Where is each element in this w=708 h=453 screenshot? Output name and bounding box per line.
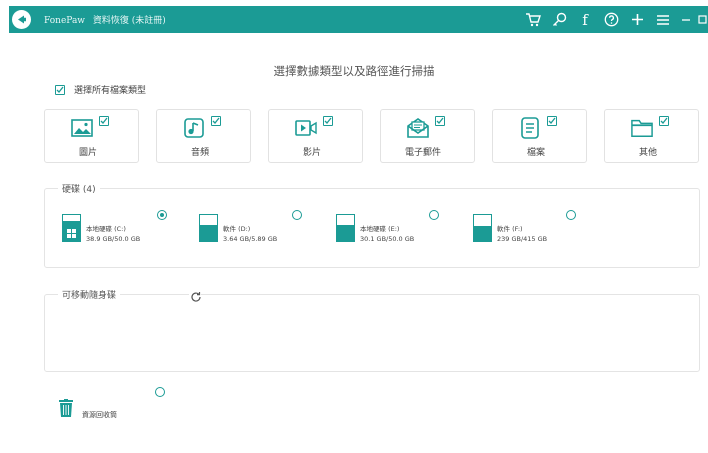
email-icon (406, 117, 429, 139)
windows-icon (67, 229, 76, 238)
file-type-label: 電子郵件 (405, 148, 442, 158)
file-type-card-audio[interactable]: 音頻 (156, 109, 251, 163)
trash-icon[interactable] (58, 399, 74, 417)
recycle-bin-radio[interactable] (155, 387, 165, 397)
file-type-label: 音頻 (191, 148, 210, 158)
file-type-label: 檔案 (527, 148, 546, 158)
file-type-checkbox[interactable] (659, 116, 669, 126)
plus-icon[interactable] (624, 6, 650, 33)
removable-disk-panel-label: 可移動隨身碟 (58, 288, 121, 301)
menu-icon[interactable] (650, 6, 676, 33)
file-type-label: 影片 (303, 148, 322, 158)
document-icon (519, 117, 541, 139)
minimize-icon[interactable] (676, 6, 696, 33)
drive-c-radio[interactable] (157, 210, 167, 220)
checkbox-checked-icon[interactable] (55, 84, 65, 95)
key-icon[interactable] (546, 6, 572, 33)
music-icon (183, 117, 205, 139)
drive-icon (473, 214, 492, 242)
file-type-label: 圖片 (79, 148, 98, 158)
image-icon (70, 117, 93, 139)
file-type-checkbox[interactable] (99, 116, 109, 126)
file-type-checkbox[interactable] (435, 116, 445, 126)
select-all-label: 選擇所有檔案類型 (74, 86, 147, 96)
file-type-checkbox[interactable] (211, 116, 221, 126)
fonepaw-logo-icon (12, 10, 31, 29)
drive-icon (62, 214, 81, 242)
app-title: FonePaw 資料恢復 (未註冊) (44, 13, 166, 26)
cart-icon[interactable] (520, 6, 546, 33)
file-type-card-email[interactable]: 電子郵件 (380, 109, 475, 163)
removable-disk-panel (44, 294, 700, 372)
video-icon (294, 117, 317, 139)
file-type-checkbox[interactable] (323, 116, 333, 126)
drive-f-radio[interactable] (566, 210, 576, 220)
drive-name: 軟件 (D:) (223, 225, 251, 233)
help-icon[interactable] (598, 6, 624, 33)
drive-icon (336, 214, 355, 242)
drive-size: 3.64 GB/5.89 GB (223, 235, 278, 243)
drive-size: 30.1 GB/50.0 GB (360, 235, 415, 243)
app-window-title: 資料恢復 (未註冊) (92, 16, 166, 26)
app-brand: FonePaw (44, 16, 86, 26)
file-type-card-document[interactable]: 檔案 (492, 109, 587, 163)
file-type-card-video[interactable]: 影片 (268, 109, 363, 163)
drive-size: 38.9 GB/50.0 GB (86, 235, 141, 243)
select-all-checkbox[interactable]: 選擇所有檔案類型 (55, 83, 146, 96)
hard-disk-panel-label: 硬碟 (4) (58, 182, 100, 195)
drive-e-radio[interactable] (429, 210, 439, 220)
facebook-icon[interactable]: f (572, 6, 598, 33)
file-type-list: 圖片 音頻 影片 電子郵件 檔案 其他 (44, 109, 700, 163)
file-type-card-other[interactable]: 其他 (604, 109, 699, 163)
file-type-checkbox[interactable] (547, 116, 557, 126)
title-bar: FonePaw 資料恢復 (未註冊) f (9, 6, 708, 33)
file-type-label: 其他 (639, 148, 658, 158)
drive-d-radio[interactable] (292, 210, 302, 220)
drive-icon (199, 214, 218, 242)
page-headline: 選擇數據類型以及路徑進行掃描 (273, 64, 435, 78)
refresh-icon[interactable] (189, 288, 201, 302)
drive-name: 軟件 (F:) (497, 225, 523, 233)
file-type-card-image[interactable]: 圖片 (44, 109, 139, 163)
drive-name: 本地硬碟 (E:) (360, 225, 400, 233)
drive-size: 239 GB/415 GB (497, 235, 548, 243)
maximize-icon[interactable] (696, 6, 708, 33)
folder-icon (630, 117, 653, 139)
recycle-bin-label[interactable]: 資源回收筒 (82, 410, 117, 420)
drive-name: 本地硬碟 (C:) (86, 225, 126, 233)
